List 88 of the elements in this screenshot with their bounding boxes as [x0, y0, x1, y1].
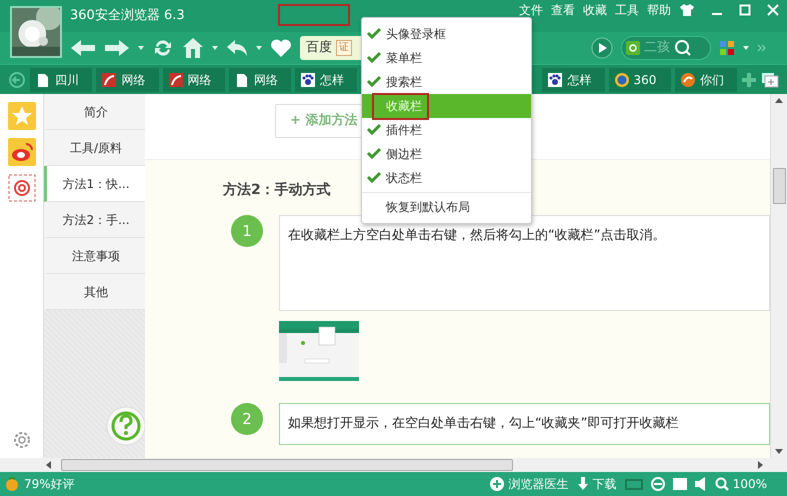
horizontal-scrollbar[interactable]	[0, 458, 787, 472]
search-icon[interactable]	[674, 39, 692, 57]
scroll-left-icon[interactable]	[46, 461, 51, 469]
nav-item[interactable]: 简介	[44, 94, 145, 130]
eye-icon[interactable]	[8, 138, 36, 166]
favorite-item[interactable]: 你们	[674, 68, 737, 92]
play-icon[interactable]	[591, 37, 613, 59]
document-icon	[234, 72, 249, 86]
fruit-icon	[4, 476, 20, 492]
menu-item[interactable]: 侧边栏	[362, 142, 531, 166]
zoom-icon[interactable]	[714, 477, 729, 491]
nav-item[interactable]: 注意事项	[44, 238, 145, 274]
menu-item[interactable]: 状态栏	[362, 166, 531, 190]
favorite-item[interactable]: 360	[608, 68, 671, 92]
menu-item[interactable]: 帮助	[647, 1, 671, 19]
add-icon[interactable]	[741, 72, 757, 88]
menu-item[interactable]: 查看	[551, 1, 575, 19]
annotation-box	[278, 4, 350, 26]
menu-item[interactable]: 工具	[615, 1, 639, 19]
nav-item[interactable]: 方法1：快...	[44, 166, 145, 202]
check-icon	[367, 171, 381, 183]
download-link[interactable]: 下载	[592, 475, 617, 493]
check-icon	[367, 147, 381, 159]
nav-item[interactable]: 方法2：手...	[44, 202, 145, 238]
new-tab-icon[interactable]	[761, 72, 779, 88]
scroll-right-icon[interactable]	[758, 461, 763, 469]
download-icon[interactable]	[576, 477, 589, 491]
favorite-item[interactable]: 怎样	[295, 68, 358, 92]
help-icon[interactable]	[106, 406, 146, 446]
step-text: 在收藏栏上方空白处单击右键，然后将勾上的“收藏栏”点击取消。	[279, 215, 770, 311]
search-value: 二孩	[644, 39, 670, 58]
favorite-item[interactable]: 怎样	[542, 68, 604, 92]
speaker-icon[interactable]	[694, 477, 707, 491]
step-number: 1	[231, 215, 263, 247]
shirt-icon[interactable]	[679, 3, 695, 17]
favorite-item[interactable]: 网络	[96, 68, 158, 92]
window-icon[interactable]	[672, 478, 687, 490]
favorite-item[interactable]: 四川	[30, 68, 92, 92]
annotation-box	[372, 93, 429, 120]
maximize-icon[interactable]	[739, 4, 751, 16]
window-title: 360安全浏览器 6.3	[70, 7, 185, 26]
scrollbar-thumb[interactable]	[772, 168, 786, 204]
settings-icon[interactable]	[12, 430, 32, 450]
zoom-level[interactable]: 100%	[732, 475, 767, 493]
document-icon	[36, 72, 50, 86]
address-label: 百度	[306, 39, 332, 58]
search-icon	[626, 41, 640, 55]
more-icon[interactable]	[757, 44, 767, 52]
paw-icon	[301, 72, 315, 86]
check-icon	[367, 75, 381, 87]
paw-icon	[548, 72, 562, 86]
vertical-scrollbar[interactable]	[770, 94, 787, 458]
step-number: 2	[231, 403, 263, 435]
caret-icon[interactable]	[743, 46, 749, 50]
scroll-down-icon[interactable]	[775, 449, 783, 454]
heart-icon[interactable]	[270, 38, 292, 58]
menu-item[interactable]: 文件	[519, 1, 543, 19]
close-icon[interactable]	[767, 4, 779, 16]
caret-icon[interactable]	[212, 46, 218, 50]
section-heading: 方法2：手动方式	[223, 180, 332, 200]
flash-icon	[168, 72, 182, 86]
flash-icon	[102, 72, 116, 86]
step-text: 如果想打开显示，在空白处单击右键，勾上“收藏夹”即可打开收藏栏	[279, 403, 770, 444]
caret-icon[interactable]	[256, 46, 262, 50]
favorite-item[interactable]: 网络	[228, 68, 291, 92]
menu-item[interactable]: 菜单栏	[362, 46, 531, 70]
forward-icon[interactable]	[104, 38, 130, 58]
undo-icon[interactable]	[226, 39, 248, 57]
menu-item[interactable]: 收藏	[583, 1, 607, 19]
caret-icon[interactable]	[138, 46, 144, 50]
nav-item[interactable]: 其他	[44, 274, 145, 310]
check-icon	[367, 27, 381, 39]
nav-item[interactable]: 工具/原料	[44, 130, 145, 166]
scrollbar-thumb[interactable]	[61, 459, 513, 471]
menu-item[interactable]: 头像登录框	[362, 22, 531, 46]
back-icon[interactable]	[8, 70, 26, 88]
favorite-item[interactable]: 网络	[162, 68, 225, 92]
menu-item[interactable]: 搜索栏	[362, 70, 531, 94]
check-icon	[367, 51, 381, 63]
apps-icon[interactable]	[719, 40, 735, 56]
home-icon[interactable]	[182, 37, 204, 59]
back-icon[interactable]	[70, 38, 96, 58]
plus-circle-icon[interactable]	[488, 476, 505, 492]
scroll-up-icon[interactable]	[775, 98, 783, 103]
rating-text: 79%好评	[24, 476, 75, 493]
certificate-badge: 证	[336, 40, 352, 56]
doctor-link[interactable]: 浏览器医生	[508, 475, 569, 493]
check-icon	[367, 123, 381, 135]
